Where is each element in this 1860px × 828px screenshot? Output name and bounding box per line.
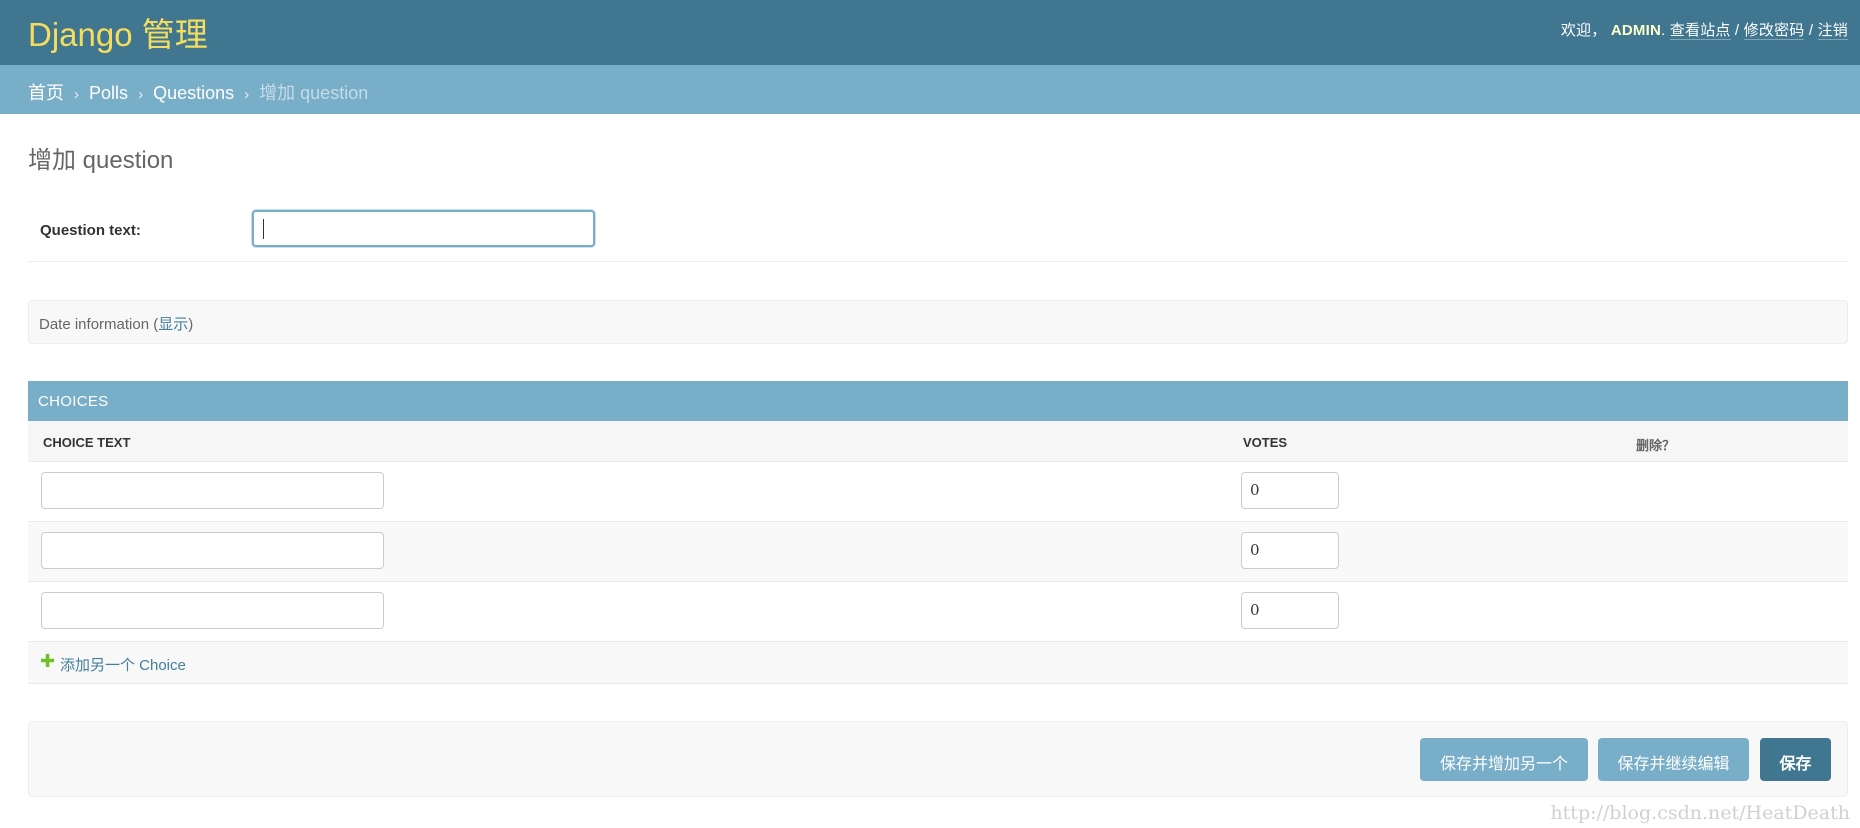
header-bar: Django 管理 欢迎， ADMIN. 查看站点 / 修改密码 / 注销 xyxy=(0,0,1860,65)
votes-input[interactable]: 0 xyxy=(1241,592,1339,629)
breadcrumb-separator: › xyxy=(74,86,80,103)
choice-text-input[interactable] xyxy=(41,592,384,629)
votes-input[interactable]: 0 xyxy=(1241,532,1339,569)
username-suffix: . xyxy=(1661,22,1666,39)
save-and-continue-button[interactable]: 保存并继续编辑 xyxy=(1598,738,1749,781)
breadcrumb-separator: › xyxy=(138,86,144,103)
show-toggle-link[interactable]: 显示 xyxy=(158,316,188,333)
plus-icon: ✚ xyxy=(40,651,56,671)
save-and-add-another-button[interactable]: 保存并增加另一个 xyxy=(1420,738,1588,781)
date-information-close: ) xyxy=(188,316,194,333)
username: ADMIN xyxy=(1610,22,1661,39)
column-header-delete: 删除？ xyxy=(1636,438,1676,453)
choice-row: 0 xyxy=(28,462,1848,522)
question-text-label: Question text: xyxy=(40,222,141,239)
user-tools: 欢迎， ADMIN. 查看站点 / 修改密码 / 注销 xyxy=(1561,19,1848,40)
question-text-input[interactable] xyxy=(252,210,595,247)
logout-link[interactable]: 注销 xyxy=(1817,22,1848,40)
date-information-title: Date information (显示) xyxy=(39,313,193,334)
page-title: 增加 question xyxy=(28,147,174,174)
choice-text-input[interactable] xyxy=(41,472,384,509)
breadcrumb-home[interactable]: 首页 xyxy=(28,83,64,103)
site-brand[interactable]: Django 管理 xyxy=(28,8,208,56)
column-header-choice-text: CHOICE TEXT xyxy=(43,435,131,450)
user-tools-separator: / xyxy=(1730,22,1744,39)
submit-row: 保存并增加另一个 保存并继续编辑 保存 xyxy=(28,721,1848,797)
date-information-label: Date information ( xyxy=(39,316,159,333)
choice-row: 0 xyxy=(28,522,1848,582)
welcome-text: 欢迎， xyxy=(1560,22,1607,39)
change-password-link[interactable]: 修改密码 xyxy=(1743,22,1805,40)
choice-row: 0 xyxy=(28,582,1848,642)
breadcrumb-separator: › xyxy=(244,86,250,103)
add-another-choice-row[interactable]: ✚ 添加另一个 Choice xyxy=(28,642,1848,684)
choice-text-input[interactable] xyxy=(41,532,384,569)
breadcrumb-current: 增加 question xyxy=(259,83,369,103)
votes-input[interactable]: 0 xyxy=(1241,472,1339,509)
choices-inline-group: CHOICES CHOICE TEXT VOTES 删除？ 0 0 0 ✚ 添加… xyxy=(28,381,1848,684)
choices-table-header: CHOICE TEXT VOTES 删除？ xyxy=(28,421,1848,462)
add-another-choice-link[interactable]: 添加另一个 Choice xyxy=(60,654,186,675)
view-site-link[interactable]: 查看站点 xyxy=(1669,22,1731,40)
breadcrumb: 首页 › Polls › Questions › 增加 question xyxy=(0,65,1860,114)
text-caret xyxy=(263,219,264,239)
date-information-fieldset: Date information (显示) xyxy=(28,300,1848,344)
user-tools-separator: / xyxy=(1804,22,1818,39)
column-header-votes: VOTES xyxy=(1243,435,1288,450)
question-text-row: Question text: xyxy=(28,200,1848,262)
save-button[interactable]: 保存 xyxy=(1760,738,1831,781)
choices-caption: CHOICES xyxy=(28,381,1848,421)
watermark: http://blog.csdn.net/HeatDeath xyxy=(1550,802,1850,824)
breadcrumb-model[interactable]: Questions xyxy=(153,83,234,103)
breadcrumb-app[interactable]: Polls xyxy=(89,83,128,103)
